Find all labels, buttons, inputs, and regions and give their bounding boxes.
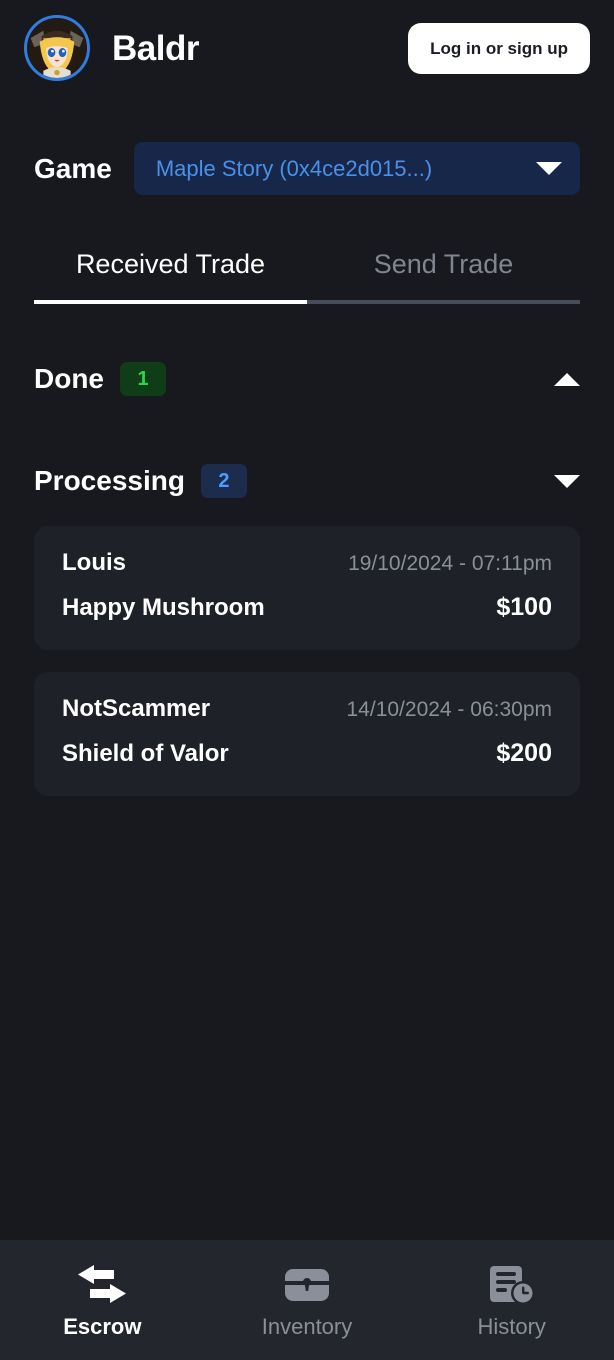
tab-received-trade[interactable]: Received Trade bbox=[34, 251, 307, 300]
section-header-done[interactable]: Done 1 bbox=[0, 356, 614, 402]
user-avatar-anime-character-icon bbox=[27, 18, 87, 78]
nav-item-history[interactable]: History bbox=[409, 1262, 614, 1338]
trade-list: Louis 19/10/2024 - 07:11pm Happy Mushroo… bbox=[0, 526, 614, 796]
trade-date: 19/10/2024 - 07:11pm bbox=[348, 552, 552, 575]
trade-user: NotScammer bbox=[62, 694, 211, 722]
game-label: Game bbox=[34, 152, 112, 184]
section-count-badge-processing: 2 bbox=[200, 464, 247, 498]
trade-date: 14/10/2024 - 06:30pm bbox=[346, 697, 553, 721]
tab-send-trade[interactable]: Send Trade bbox=[307, 251, 580, 300]
chevron-down-icon[interactable] bbox=[554, 474, 580, 488]
tab-underline bbox=[34, 300, 580, 304]
nav-label-history: History bbox=[477, 1314, 546, 1339]
trade-item-name: Shield of Valor bbox=[62, 740, 229, 768]
document-clock-icon bbox=[488, 1262, 536, 1306]
game-selector-row: Game Maple Story (0x4ce2d015...) bbox=[0, 142, 614, 195]
section-title-done: Done bbox=[34, 363, 104, 394]
section-header-processing[interactable]: Processing 2 bbox=[0, 458, 614, 504]
avatar[interactable] bbox=[24, 15, 90, 81]
login-signup-button[interactable]: Log in or sign up bbox=[408, 22, 590, 74]
tab-underline-active bbox=[34, 300, 307, 304]
page-title: Baldr bbox=[112, 28, 199, 68]
app-header: Baldr Log in or sign up bbox=[0, 0, 614, 81]
exchange-arrows-icon bbox=[74, 1262, 130, 1306]
game-select[interactable]: Maple Story (0x4ce2d015...) bbox=[133, 142, 580, 195]
list-item[interactable]: NotScammer 14/10/2024 - 06:30pm Shield o… bbox=[34, 671, 580, 796]
trade-item-name: Happy Mushroom bbox=[62, 594, 265, 622]
nav-label-inventory: Inventory bbox=[261, 1314, 353, 1339]
nav-item-escrow[interactable]: Escrow bbox=[0, 1262, 205, 1338]
nav-label-escrow: Escrow bbox=[63, 1314, 142, 1339]
section-count-badge-done: 1 bbox=[120, 362, 166, 396]
nav-item-inventory[interactable]: Inventory bbox=[205, 1262, 410, 1338]
tab-underline-inactive bbox=[307, 300, 580, 304]
list-item[interactable]: Louis 19/10/2024 - 07:11pm Happy Mushroo… bbox=[34, 526, 580, 650]
trade-tabs: Received Trade Send Trade bbox=[0, 251, 614, 304]
section-title-processing: Processing bbox=[34, 465, 185, 496]
trade-amount: $100 bbox=[496, 593, 552, 622]
game-select-value: Maple Story (0x4ce2d015...) bbox=[155, 155, 433, 181]
trade-user: Louis bbox=[62, 549, 126, 576]
treasure-chest-icon bbox=[282, 1262, 332, 1306]
chevron-up-icon[interactable] bbox=[554, 372, 580, 386]
bottom-navigation: Escrow Inventory History bbox=[0, 1240, 614, 1360]
chevron-down-icon bbox=[536, 162, 562, 175]
trade-amount: $200 bbox=[496, 739, 552, 768]
